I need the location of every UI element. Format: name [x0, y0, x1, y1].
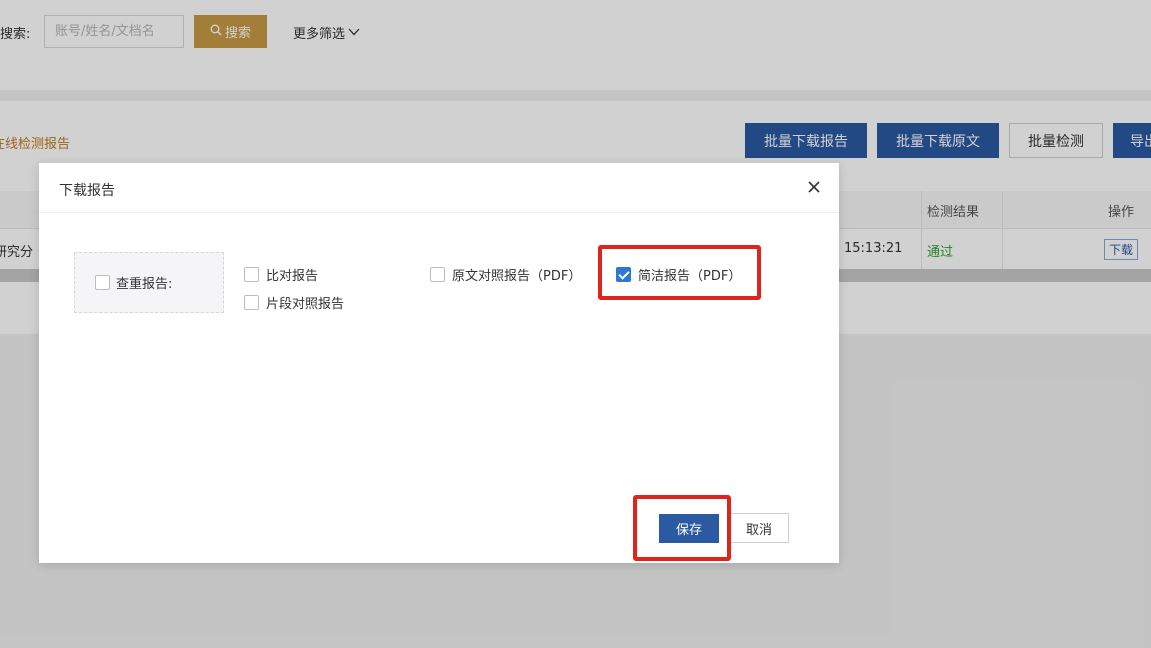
option-label: 原文对照报告（PDF）	[452, 269, 582, 284]
original-comparison-report-checkbox[interactable]	[430, 267, 445, 282]
plagiarism-report-group: 查重报告:	[74, 252, 224, 313]
fragment-comparison-report-checkbox[interactable]	[244, 295, 259, 310]
option-concise-report-pdf[interactable]: 简洁报告（PDF）	[616, 265, 741, 284]
option-label: 比对报告	[266, 269, 319, 284]
checkmark-icon[interactable]	[616, 267, 631, 282]
modal-header: 下载报告	[39, 163, 839, 213]
plagiarism-report-select-all-checkbox[interactable]	[95, 275, 110, 290]
option-fragment-comparison-report[interactable]: 片段对照报告	[244, 293, 344, 312]
close-icon[interactable]	[803, 176, 825, 198]
option-label: 片段对照报告	[266, 297, 345, 312]
save-button[interactable]: 保存	[659, 514, 719, 543]
group-label: 查重报告:	[116, 277, 173, 292]
option-comparison-report[interactable]: 比对报告	[244, 265, 318, 284]
option-original-comparison-report-pdf[interactable]: 原文对照报告（PDF）	[430, 265, 581, 284]
option-label: 简洁报告（PDF）	[638, 269, 742, 284]
download-report-modal: 下载报告 查重报告: 比对报告 片段对照报告 原文对照报告（PDF） 简洁报告（…	[39, 163, 839, 563]
modal-title: 下载报告	[59, 183, 115, 199]
cancel-button[interactable]: 取消	[729, 513, 789, 543]
comparison-report-checkbox[interactable]	[244, 267, 259, 282]
